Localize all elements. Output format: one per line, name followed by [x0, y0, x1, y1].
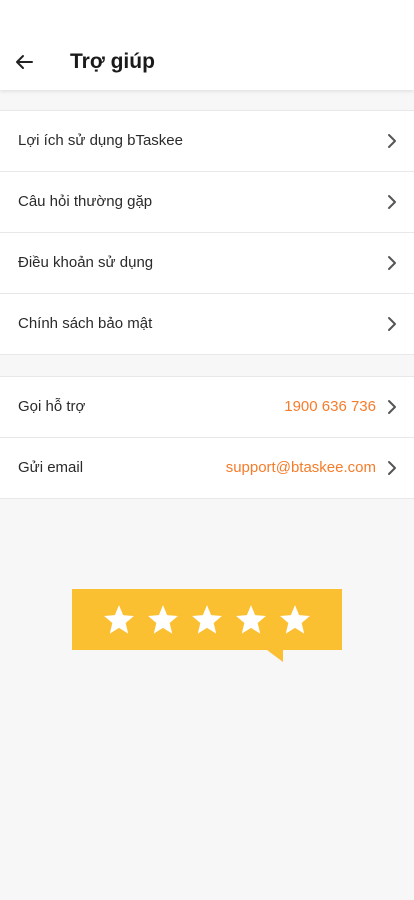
call-support-label: Gọi hỗ trợ	[18, 398, 86, 415]
star-icon	[280, 604, 310, 634]
chevron-right-icon	[384, 254, 400, 272]
page-title: Trợ giúp	[70, 50, 155, 73]
chevron-right-icon	[384, 132, 400, 150]
menu-item-label: Lợi ích sử dụng bTaskee	[18, 132, 183, 149]
chevron-right-icon	[384, 398, 400, 416]
menu-item-terms[interactable]: Điều khoản sử dụng	[0, 233, 414, 294]
menu-item-faq[interactable]: Câu hỏi thường gặp	[0, 172, 414, 233]
contact-list: Gọi hỗ trợ 1900 636 736 Gửi email suppor…	[0, 376, 414, 499]
star-icon	[192, 604, 222, 634]
menu-item-label: Chính sách bảo mật	[18, 315, 153, 332]
rating-banner[interactable]	[72, 589, 342, 662]
email-support-row[interactable]: Gửi email support@btaskee.com	[0, 438, 414, 498]
speech-bubble-tail	[267, 650, 283, 662]
back-button[interactable]	[10, 48, 38, 76]
menu-item-privacy[interactable]: Chính sách bảo mật	[0, 294, 414, 354]
star-icon	[236, 604, 266, 634]
menu-item-label: Câu hỏi thường gặp	[18, 193, 153, 210]
menu-item-label: Điều khoản sử dụng	[18, 254, 154, 271]
help-menu-list: Lợi ích sử dụng bTaskee Câu hỏi thường g…	[0, 110, 414, 355]
app-header: Trợ giúp	[0, 0, 414, 90]
phone-number[interactable]: 1900 636 736	[284, 397, 376, 417]
email-support-label: Gửi email	[18, 459, 84, 476]
arrow-left-icon	[16, 55, 33, 69]
chevron-right-icon	[384, 459, 400, 477]
rating-stars	[72, 589, 342, 650]
star-icon	[104, 604, 134, 634]
support-email[interactable]: support@btaskee.com	[226, 458, 376, 478]
menu-item-benefits[interactable]: Lợi ích sử dụng bTaskee	[0, 111, 414, 172]
chevron-right-icon	[384, 193, 400, 211]
chevron-right-icon	[384, 315, 400, 333]
star-icon	[148, 604, 178, 634]
call-support-row[interactable]: Gọi hỗ trợ 1900 636 736	[0, 377, 414, 438]
